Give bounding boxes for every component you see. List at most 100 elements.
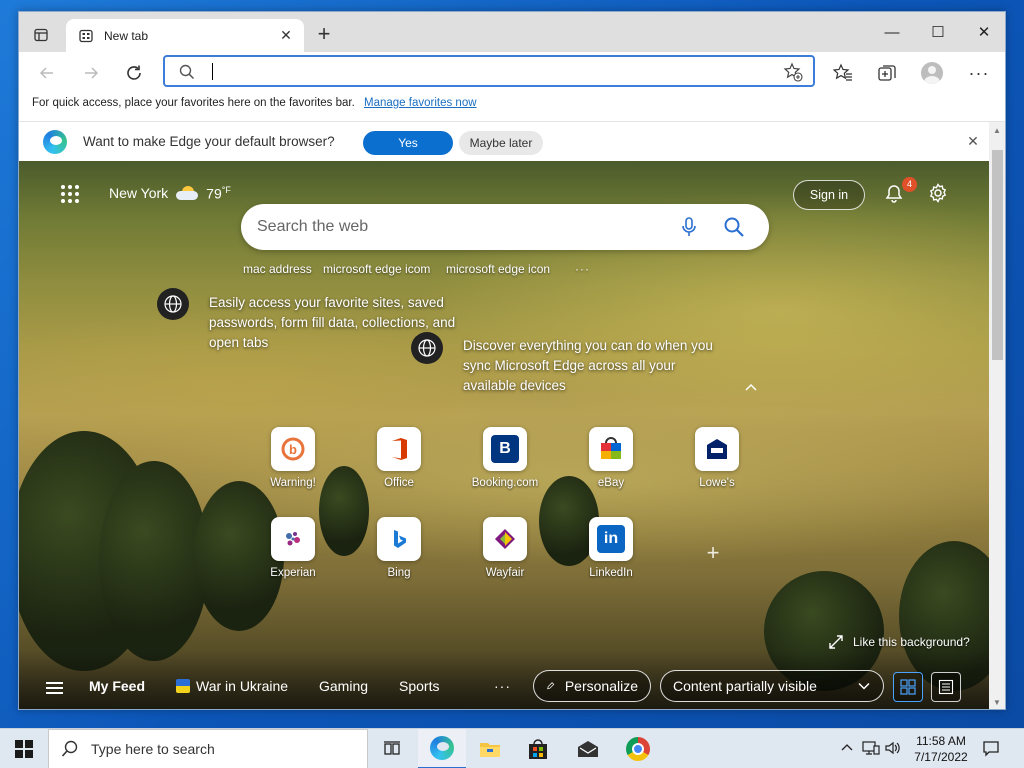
close-window-button[interactable]: ✕ — [961, 20, 1005, 44]
like-background-text: Like this background? — [853, 635, 970, 649]
taskbar: Type here to search 11:58 AM 7/17/2022 — [0, 728, 1024, 768]
gaming-tab[interactable]: Gaming — [319, 678, 368, 694]
network-tray-button[interactable] — [862, 739, 880, 757]
my-feed-tab[interactable]: My Feed — [89, 678, 145, 694]
chrome-button[interactable] — [614, 729, 662, 768]
taskbar-search-box[interactable]: Type here to search — [48, 729, 368, 768]
quick-link-bing[interactable]: Bing — [354, 517, 444, 579]
tab-actions-icon — [34, 28, 48, 42]
search-submit-icon[interactable] — [723, 216, 745, 238]
quick-link-lowes[interactable]: Lowe's — [672, 427, 762, 489]
new-tab-button[interactable]: + — [313, 23, 335, 46]
forward-button[interactable] — [76, 58, 106, 88]
profile-button[interactable] — [920, 61, 944, 85]
task-view-button[interactable] — [368, 729, 416, 768]
pencil-icon — [547, 682, 555, 690]
mail-button[interactable] — [564, 729, 612, 768]
quick-link-label: Lowe's — [699, 477, 735, 489]
quick-link-warning[interactable]: b Warning! — [248, 427, 338, 489]
file-explorer-button[interactable] — [466, 729, 514, 768]
taskbar-clock[interactable]: 11:58 AM 7/17/2022 — [906, 733, 976, 765]
warning-site-icon: b — [271, 427, 315, 471]
chevron-up-icon[interactable] — [744, 380, 758, 394]
wayfair-icon — [483, 517, 527, 561]
start-button[interactable] — [0, 729, 48, 768]
list-layout-button[interactable] — [931, 672, 961, 702]
grid-layout-button[interactable] — [893, 672, 923, 702]
manage-favorites-link[interactable]: Manage favorites now — [364, 97, 477, 109]
notification-badge: 4 — [902, 177, 917, 192]
search-icon — [61, 740, 78, 757]
taskbar-edge-button[interactable] — [418, 729, 466, 768]
tip-globe-icon — [411, 332, 443, 364]
add-favorite-icon[interactable] — [783, 62, 803, 82]
linkedin-icon: in — [589, 517, 633, 561]
scroll-down-arrow-icon[interactable]: ▼ — [993, 698, 1002, 707]
collections-button[interactable] — [875, 61, 899, 85]
quick-link-experian[interactable]: Experian — [248, 517, 338, 579]
page-scrollbar[interactable]: ▲ ▼ — [989, 122, 1005, 709]
volume-tray-button[interactable] — [884, 739, 902, 757]
tab-actions-button[interactable] — [27, 23, 55, 47]
maximize-button[interactable]: ☐ — [915, 20, 961, 44]
like-background-link[interactable]: Like this background? — [829, 635, 970, 649]
quick-link-wayfair[interactable]: Wayfair — [460, 517, 550, 579]
speaker-icon — [885, 741, 900, 755]
search-suggestion[interactable]: microsoft edge icom — [323, 262, 430, 276]
feed-menu-icon[interactable] — [46, 682, 63, 694]
more-suggestions-button[interactable]: ··· — [575, 262, 590, 276]
tab-new-tab[interactable]: New tab ✕ — [66, 19, 304, 52]
refresh-button[interactable] — [119, 58, 149, 88]
clock-date: 7/17/2022 — [914, 750, 968, 764]
quick-link-linkedin[interactable]: in LinkedIn — [566, 517, 656, 579]
page-settings-gear-icon[interactable] — [927, 182, 949, 204]
address-bar[interactable] — [163, 55, 815, 87]
infobar-close-button[interactable]: ✕ — [965, 133, 981, 149]
content-visibility-dropdown[interactable]: Content partially visible — [660, 670, 884, 702]
personalize-button[interactable]: Personalize — [533, 670, 651, 702]
quick-link-booking[interactable]: B Booking.com — [460, 427, 550, 489]
yes-button[interactable]: Yes — [363, 131, 453, 155]
store-bag-icon — [529, 739, 547, 759]
scroll-up-arrow-icon[interactable]: ▲ — [993, 126, 1002, 135]
sports-tab[interactable]: Sports — [399, 678, 439, 694]
microphone-icon[interactable] — [679, 216, 699, 238]
notification-center-icon — [983, 741, 999, 757]
action-center-button[interactable] — [982, 739, 1000, 757]
more-feed-button[interactable]: ··· — [494, 678, 511, 694]
booking-icon: B — [483, 427, 527, 471]
quick-link-office[interactable]: Office — [354, 427, 444, 489]
store-button[interactable] — [514, 729, 562, 768]
settings-more-button[interactable]: ··· — [967, 61, 991, 85]
browser-toolbar: ··· — [19, 52, 1005, 92]
app-launcher-icon[interactable] — [61, 185, 79, 203]
maybe-later-button[interactable]: Maybe later — [459, 131, 543, 155]
svg-text:b: b — [289, 442, 297, 457]
war-in-ukraine-tab[interactable]: War in Ukraine — [176, 678, 288, 694]
show-hidden-icons-button[interactable] — [838, 739, 856, 757]
add-site-button[interactable]: + — [703, 542, 723, 564]
taskbar-search-placeholder: Type here to search — [91, 741, 215, 757]
scroll-thumb[interactable] — [992, 150, 1003, 360]
partly-cloudy-icon — [176, 186, 199, 201]
edge-icon — [430, 736, 454, 760]
minimize-button[interactable]: — — [869, 20, 915, 44]
search-suggestion[interactable]: microsoft edge icon — [446, 262, 550, 276]
weather-widget[interactable]: New York 79°F — [109, 185, 231, 202]
quick-link-ebay[interactable]: eBay — [566, 427, 656, 489]
expand-icon — [829, 635, 843, 649]
tab-close-button[interactable]: ✕ — [276, 26, 296, 46]
network-icon — [862, 741, 880, 755]
back-button[interactable] — [32, 58, 62, 88]
experian-icon — [271, 517, 315, 561]
sign-in-button[interactable]: Sign in — [793, 180, 865, 210]
tab-title: New tab — [104, 28, 149, 43]
favorites-button[interactable] — [831, 61, 855, 85]
search-suggestion[interactable]: mac address — [243, 262, 312, 276]
web-search-box[interactable]: Search the web — [241, 204, 769, 250]
ebay-icon — [589, 427, 633, 471]
text-caret — [212, 63, 213, 80]
office-icon — [377, 427, 421, 471]
chevron-up-icon — [841, 744, 853, 751]
ukraine-flag-icon — [176, 679, 190, 693]
